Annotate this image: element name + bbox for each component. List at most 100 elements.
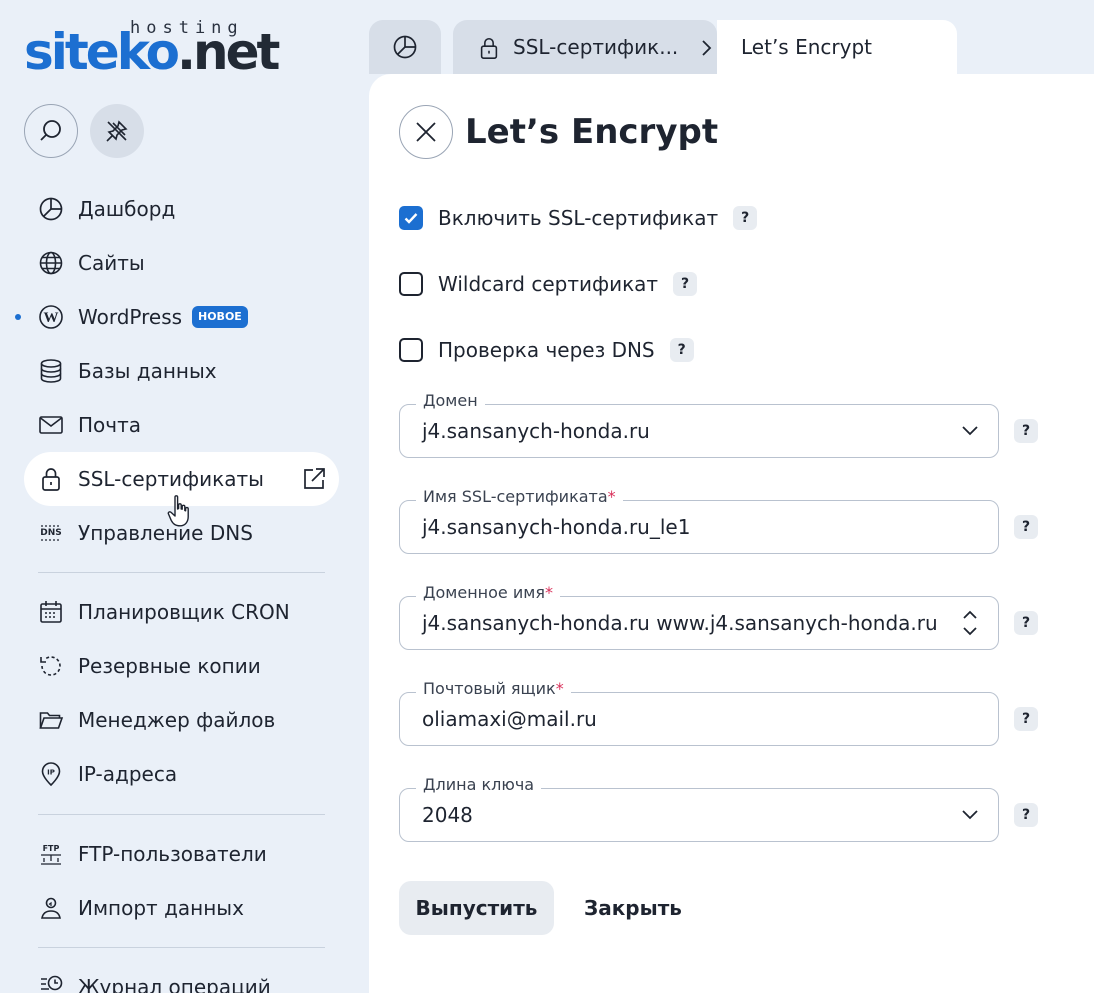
folder-icon bbox=[38, 707, 64, 733]
breadcrumb-ssl[interactable]: SSL-сертифик... bbox=[453, 20, 717, 74]
domain-value: j4.sansanych-honda.ru bbox=[422, 419, 650, 443]
email-input[interactable]: Почтовый ящик* oliamaxi@mail.ru bbox=[399, 679, 999, 746]
help-button[interactable]: ? bbox=[669, 338, 694, 362]
sidebar-item-label: Менеджер файлов bbox=[78, 708, 276, 732]
sidebar-item-dashboard[interactable]: Дашборд bbox=[24, 182, 339, 236]
calendar-icon bbox=[38, 599, 64, 625]
breadcrumb-home[interactable] bbox=[369, 20, 441, 74]
domain-names-select[interactable]: Доменное имя* j4.sansanych-honda.ru www.… bbox=[399, 583, 999, 650]
sidebar-item-label: Резервные копии bbox=[78, 654, 261, 678]
external-link-icon[interactable] bbox=[301, 466, 327, 492]
sidebar-divider bbox=[38, 572, 325, 573]
chevron-up-down-icon bbox=[958, 610, 982, 636]
sidebar-item-label: Сайты bbox=[78, 251, 145, 275]
new-badge: НОВОЕ bbox=[192, 306, 248, 328]
cert-name-value: j4.sansanych-honda.ru_le1 bbox=[422, 515, 691, 539]
dns-check-label[interactable]: Проверка через DNS bbox=[438, 338, 655, 362]
page-title: Let’s Encrypt bbox=[465, 112, 719, 152]
sidebar-item-backups[interactable]: Резервные копии bbox=[24, 639, 339, 693]
help-button[interactable]: ? bbox=[733, 206, 758, 230]
svg-text:W: W bbox=[44, 310, 59, 326]
pie-chart-icon bbox=[38, 196, 64, 222]
sidebar-item-mail[interactable]: Почта bbox=[24, 398, 339, 452]
sidebar-item-label: IP-адреса bbox=[78, 762, 178, 786]
sidebar-item-label: Почта bbox=[78, 413, 141, 437]
sidebar-item-label: Дашборд bbox=[78, 197, 176, 221]
key-length-select[interactable]: Длина ключа 2048 bbox=[399, 775, 999, 842]
help-button[interactable]: ? bbox=[1014, 515, 1038, 539]
close-panel-button[interactable] bbox=[399, 105, 453, 159]
sidebar-item-files[interactable]: Менеджер файлов bbox=[24, 693, 339, 747]
breadcrumb-current-label: Let’s Encrypt bbox=[741, 35, 872, 59]
sidebar-item-log[interactable]: Журнал операций bbox=[24, 960, 339, 993]
breadcrumb-current: Let’s Encrypt bbox=[717, 20, 957, 76]
database-icon bbox=[38, 358, 64, 384]
chevron-down-icon bbox=[958, 803, 982, 827]
help-button[interactable]: ? bbox=[1014, 419, 1038, 443]
wildcard-row: Wildcard сертификат ? bbox=[399, 271, 698, 297]
sidebar-divider bbox=[38, 947, 325, 948]
cert-name-input[interactable]: Имя SSL-сертификата* j4.sansanych-honda.… bbox=[399, 487, 999, 554]
svg-text:FTP: FTP bbox=[43, 844, 60, 853]
sidebar-item-label: Импорт данных bbox=[78, 896, 244, 920]
logo-wordmark: siteko.net bbox=[24, 23, 280, 81]
import-icon bbox=[38, 895, 64, 921]
enable-ssl-checkbox[interactable] bbox=[399, 206, 423, 230]
sidebar-item-label: FTP-пользователи bbox=[78, 842, 267, 866]
domain-names-value: j4.sansanych-honda.ru www.j4.sansanych-h… bbox=[422, 611, 938, 635]
wordpress-icon: W bbox=[38, 304, 64, 330]
letsencrypt-panel: Let’s Encrypt Включить SSL-сертификат ? … bbox=[369, 74, 1094, 993]
svg-text:DNS: DNS bbox=[40, 528, 62, 538]
sidebar-item-sites[interactable]: Сайты bbox=[24, 236, 339, 290]
unpin-button[interactable] bbox=[90, 104, 144, 158]
breadcrumb-ssl-label: SSL-сертифик... bbox=[513, 35, 679, 59]
logo[interactable]: hosting siteko.net bbox=[24, 18, 284, 81]
sidebar-item-ftp[interactable]: FTP FTP-пользователи bbox=[24, 827, 339, 881]
new-indicator-dot bbox=[15, 314, 21, 320]
help-button[interactable]: ? bbox=[1014, 803, 1038, 827]
chevron-down-icon bbox=[958, 419, 982, 443]
sidebar-divider bbox=[38, 814, 325, 815]
chevron-right-icon bbox=[702, 40, 712, 56]
enable-ssl-label[interactable]: Включить SSL-сертификат bbox=[438, 206, 718, 230]
search-button[interactable] bbox=[24, 104, 78, 158]
mail-icon bbox=[38, 412, 64, 438]
dns-icon: DNS bbox=[38, 520, 64, 546]
sidebar-item-label: WordPress bbox=[78, 305, 183, 329]
sidebar-item-import[interactable]: Импорт данных bbox=[24, 881, 339, 935]
dns-check-row: Проверка через DNS ? bbox=[399, 337, 694, 363]
issue-button[interactable]: Выпустить bbox=[399, 881, 554, 935]
sidebar-item-cron[interactable]: Планировщик CRON bbox=[24, 585, 339, 639]
help-button[interactable]: ? bbox=[673, 272, 698, 296]
key-length-value: 2048 bbox=[422, 803, 473, 827]
sidebar-item-wordpress[interactable]: W WordPress НОВОЕ bbox=[15, 290, 339, 344]
wildcard-label[interactable]: Wildcard сертификат bbox=[438, 272, 658, 296]
hand-cursor-icon bbox=[167, 495, 189, 527]
wildcard-checkbox[interactable] bbox=[399, 272, 423, 296]
sidebar-item-label: Планировщик CRON bbox=[78, 600, 290, 624]
lock-icon bbox=[38, 466, 64, 492]
close-button[interactable]: Закрыть bbox=[574, 881, 692, 935]
pie-chart-icon bbox=[393, 35, 417, 59]
backup-icon bbox=[38, 653, 64, 679]
lock-icon bbox=[480, 37, 498, 59]
help-button[interactable]: ? bbox=[1014, 707, 1038, 731]
unpin-icon bbox=[106, 120, 128, 142]
dns-check-checkbox[interactable] bbox=[399, 338, 423, 362]
sidebar-item-label: Журнал операций bbox=[78, 975, 271, 993]
sidebar-item-label: Базы данных bbox=[78, 359, 217, 383]
sidebar: hosting siteko.net Дашборд Сайты W WordP… bbox=[0, 0, 369, 993]
search-icon bbox=[40, 120, 61, 141]
close-icon bbox=[416, 122, 436, 142]
enable-ssl-row: Включить SSL-сертификат ? bbox=[399, 205, 758, 231]
ip-pin-icon: IP bbox=[38, 761, 64, 787]
domain-select[interactable]: Домен j4.sansanych-honda.ru bbox=[399, 391, 999, 458]
email-value: oliamaxi@mail.ru bbox=[422, 707, 597, 731]
help-button[interactable]: ? bbox=[1014, 611, 1038, 635]
globe-icon bbox=[38, 250, 64, 276]
sidebar-item-databases[interactable]: Базы данных bbox=[24, 344, 339, 398]
sidebar-item-ip[interactable]: IP IP-адреса bbox=[24, 747, 339, 801]
ftp-icon: FTP bbox=[38, 841, 64, 867]
log-icon bbox=[38, 974, 64, 993]
checkmark-icon bbox=[404, 213, 418, 224]
